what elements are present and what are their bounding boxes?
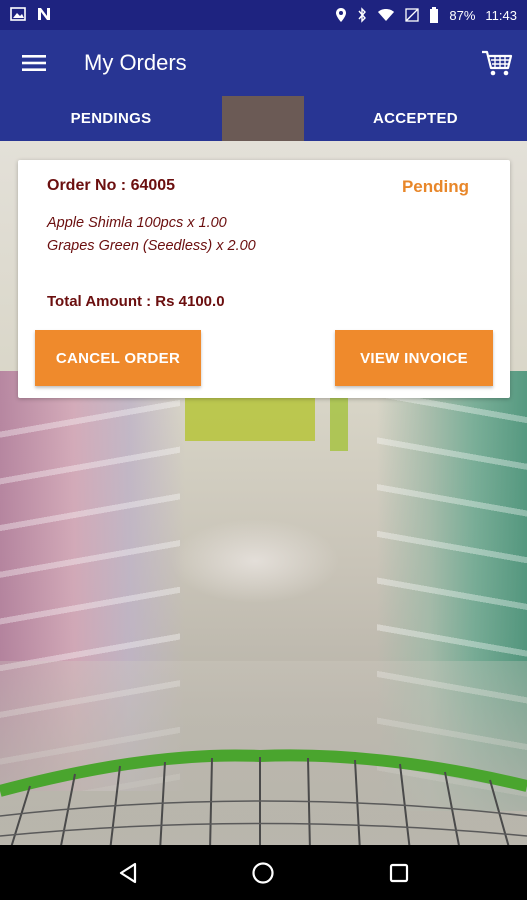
order-number: Order No : 64005	[47, 177, 176, 194]
shopping-cart-image	[0, 749, 527, 845]
no-sim-icon	[405, 8, 420, 22]
navigation-bar	[0, 845, 527, 900]
status-bar: 87% 11:43	[0, 0, 527, 30]
notification-n-icon	[36, 7, 52, 24]
back-button[interactable]	[108, 853, 148, 893]
wifi-icon	[377, 8, 395, 22]
cart-button[interactable]	[467, 30, 527, 96]
menu-button[interactable]	[0, 30, 68, 96]
tab-pendings[interactable]: PENDINGS	[0, 96, 222, 141]
bluetooth-icon	[357, 7, 367, 23]
tab-bar: PENDINGS ACCEPTED	[0, 96, 527, 141]
order-card: Order No : 64005 Pending Apple Shimla 10…	[18, 160, 510, 398]
order-status: Pending	[401, 177, 469, 196]
location-icon	[335, 7, 347, 23]
battery-icon	[429, 7, 439, 23]
tab-accepted[interactable]: ACCEPTED	[304, 96, 527, 141]
clock: 11:43	[485, 7, 517, 23]
order-total: Total Amount : Rs 4100.0	[47, 293, 225, 310]
recents-button[interactable]	[379, 853, 419, 893]
view-invoice-button[interactable]: VIEW INVOICE	[335, 330, 493, 386]
back-icon	[119, 862, 136, 883]
cancel-order-button[interactable]: CANCEL ORDER	[35, 330, 201, 386]
page-title: My Orders	[84, 50, 187, 75]
app-bar: My Orders	[0, 30, 527, 96]
recents-icon	[390, 863, 409, 882]
battery-percent: 87%	[449, 7, 476, 23]
tab-divider	[222, 96, 304, 141]
cart-icon	[482, 50, 513, 76]
hamburger-menu-icon	[22, 55, 46, 71]
image-icon	[10, 6, 26, 24]
home-icon	[252, 861, 275, 884]
home-button[interactable]	[243, 853, 283, 893]
order-items: Apple Shimla 100pcs x 1.00 Grapes Green …	[47, 215, 256, 254]
